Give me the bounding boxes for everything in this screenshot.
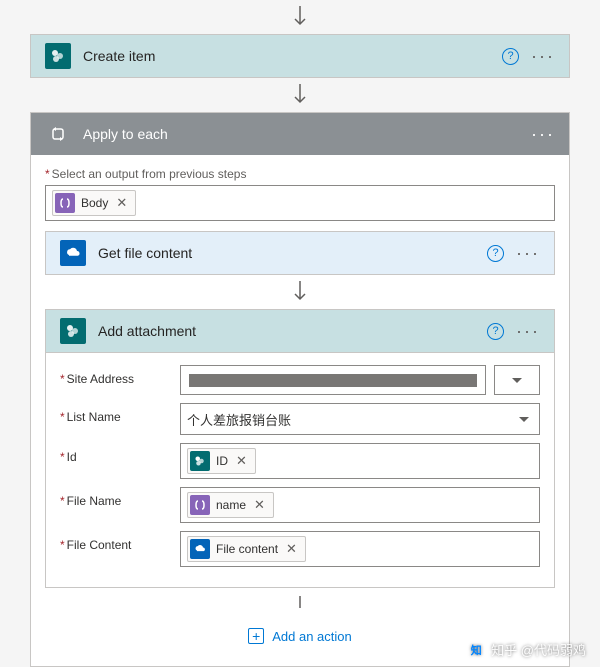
onedrive-icon [190,539,210,559]
watermark-text: 知乎 @代码弱鸡 [491,640,586,659]
site-address-dropdown[interactable] [494,365,540,395]
name-token[interactable]: name ✕ [187,492,274,518]
help-icon[interactable]: ? [487,245,504,262]
list-name-dropdown[interactable]: 个人差旅报销台账 [180,403,540,435]
more-icon[interactable]: ··· [531,129,555,139]
chevron-down-icon [519,417,529,422]
remove-token-icon[interactable]: ✕ [114,195,129,211]
list-name-value: 个人差旅报销台账 [187,410,291,429]
sharepoint-icon [60,318,86,344]
sharepoint-icon [190,451,210,471]
watermark: 知 知乎 @代码弱鸡 [467,640,586,659]
id-label: Id [60,443,170,464]
apply-to-each-header[interactable]: Apply to each ··· [31,113,569,155]
token-label: Body [81,196,108,210]
chevron-down-icon [512,378,522,383]
action-title: Add attachment [98,323,475,339]
remove-token-icon[interactable]: ✕ [284,541,299,557]
onedrive-icon [60,240,86,266]
arrow-connector [45,275,555,309]
action-title: Create item [83,48,490,64]
sharepoint-icon [45,43,71,69]
filename-label: File Name [60,487,170,508]
add-attachment-action: Add attachment ? ··· Site Address [45,309,555,588]
arrow-connector [30,78,570,112]
more-icon[interactable]: ··· [516,248,540,258]
id-token[interactable]: ID ✕ [187,448,256,474]
token-label: ID [216,454,228,468]
body-token[interactable]: Body ✕ [52,190,136,216]
more-icon[interactable]: ··· [516,326,540,336]
zhihu-logo-icon: 知 [467,641,485,659]
token-label: File content [216,542,278,556]
output-select-label: Select an output from previous steps [45,167,555,181]
create-item-action[interactable]: Create item ? ··· [30,34,570,78]
filecontent-input[interactable]: File content ✕ [180,531,540,567]
get-file-content-action[interactable]: Get file content ? ··· [45,231,555,275]
arrow-connector [45,588,555,614]
action-title: Apply to each [83,126,519,142]
token-label: name [216,498,246,512]
output-select-input[interactable]: Body ✕ [45,185,555,221]
arrow-connector [30,0,570,34]
expression-icon [55,193,75,213]
apply-to-each-container: Apply to each ··· Select an output from … [30,112,570,667]
more-icon[interactable]: ··· [531,51,555,61]
help-icon[interactable]: ? [502,48,519,65]
filename-input[interactable]: name ✕ [180,487,540,523]
expression-icon [190,495,210,515]
add-action-label: Add an action [272,629,352,644]
filecontent-label: File Content [60,531,170,552]
remove-token-icon[interactable]: ✕ [252,497,267,513]
remove-token-icon[interactable]: ✕ [234,453,249,469]
help-icon[interactable]: ? [487,323,504,340]
id-input[interactable]: ID ✕ [180,443,540,479]
plus-icon: + [248,628,264,644]
list-name-label: List Name [60,403,170,424]
redacted-value [189,374,477,387]
add-attachment-header[interactable]: Add attachment ? ··· [46,310,554,353]
site-address-input[interactable] [180,365,486,395]
action-title: Get file content [98,245,475,261]
loop-icon [45,121,71,147]
site-address-label: Site Address [60,365,170,386]
filecontent-token[interactable]: File content ✕ [187,536,306,562]
